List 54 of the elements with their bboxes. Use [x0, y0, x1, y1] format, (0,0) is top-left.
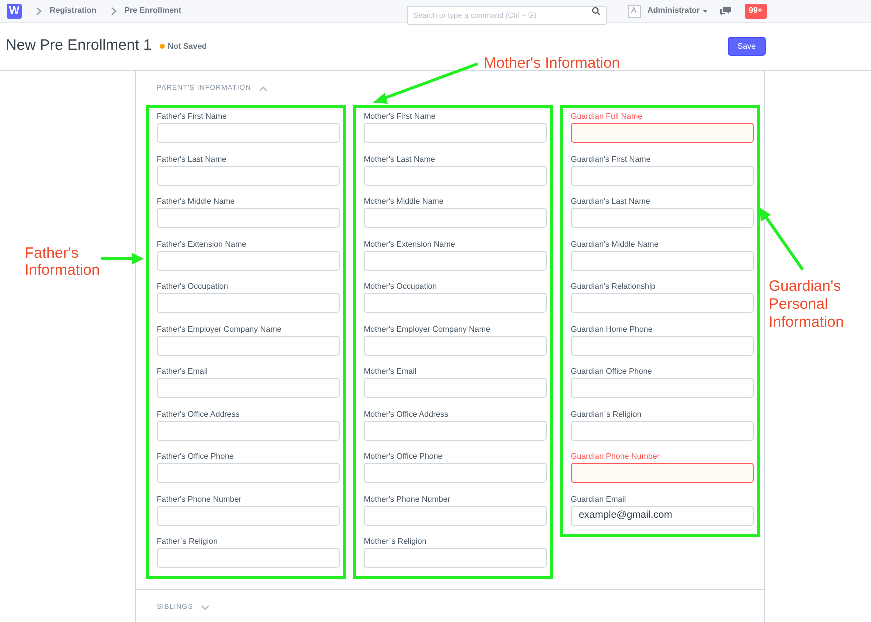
field-label: Mother's Office Address: [364, 410, 450, 420]
chat-icon[interactable]: [720, 6, 732, 16]
caret-icon: [703, 10, 708, 12]
status-dot-icon: [160, 44, 165, 49]
field-label: Guardian Email: [571, 494, 628, 506]
field-label: Guardian's First Name: [571, 154, 652, 166]
field-label: Guardian`s Religion: [571, 410, 643, 420]
annotation-label: Father's Information: [25, 245, 102, 279]
field-label: Father`s Religion: [157, 537, 219, 548]
field-label: Guardian Home Phone: [571, 324, 654, 336]
field-label: Mother's Phone Number: [364, 494, 452, 506]
save-button[interactable]: Save: [728, 37, 766, 56]
logo[interactable]: W: [7, 4, 22, 18]
field-label: Guardian's Last Name: [571, 197, 652, 208]
chevron-right-icon: [110, 6, 117, 16]
page-title: New Pre Enrollment 1: [6, 36, 152, 56]
field-label: Father's Employer Company Name: [157, 324, 283, 336]
field-label: Father's Occupation: [157, 282, 230, 293]
chevron-right-icon: [36, 6, 42, 16]
field-label: Father's Office Phone: [157, 452, 235, 463]
field-label: Father's Middle Name: [157, 197, 236, 208]
breadcrumb-link[interactable]: Pre Enrollment: [124, 5, 182, 17]
field-label: Guardian's Relationship: [571, 282, 657, 293]
field-label: Father's Last Name: [157, 154, 228, 166]
breadcrumb-link[interactable]: Registration: [50, 5, 97, 17]
field-label: Father's Email: [157, 367, 209, 378]
user-menu[interactable]: Administrator: [648, 5, 700, 17]
field-label: Father's First Name: [157, 112, 228, 123]
field-label: Mother's First Name: [364, 112, 437, 123]
field-label: Mother`s Religion: [364, 537, 428, 548]
input-field[interactable]: [571, 463, 754, 483]
avatar[interactable]: A: [628, 4, 641, 18]
field-label: Father's Extension Name: [157, 240, 248, 250]
annotation-label: Guardian's Personal Information: [769, 278, 846, 332]
field-label: Father's Office Address: [157, 410, 241, 420]
field-label: Guardian's Middle Name: [571, 240, 660, 250]
field-label: Mother's Office Phone: [364, 452, 444, 463]
notification-badge[interactable]: 99+: [745, 4, 767, 18]
field-label: Mother's Last Name: [364, 154, 436, 166]
field-label: Guardian Full Name: [571, 112, 644, 123]
input-field[interactable]: example@gmail.com: [571, 506, 754, 526]
field-label: Mother's Occupation: [364, 282, 438, 293]
annotation-label: Mother's Information: [484, 54, 620, 74]
field-label: Guardian Office Phone: [571, 367, 654, 378]
annotation-arrow: [101, 253, 144, 265]
field-label: Mother's Middle Name: [364, 197, 445, 208]
search-icon: [592, 6, 601, 16]
field-label: Father's Phone Number: [157, 494, 243, 506]
field-label: Guardian Phone Number: [571, 452, 661, 463]
field-label: Mother's Email: [364, 367, 418, 378]
status-label: Not Saved: [168, 40, 208, 52]
field-label: Mother's Employer Company Name: [364, 324, 492, 336]
input-field[interactable]: [571, 123, 754, 143]
field-label: Mother's Extension Name: [364, 240, 456, 250]
